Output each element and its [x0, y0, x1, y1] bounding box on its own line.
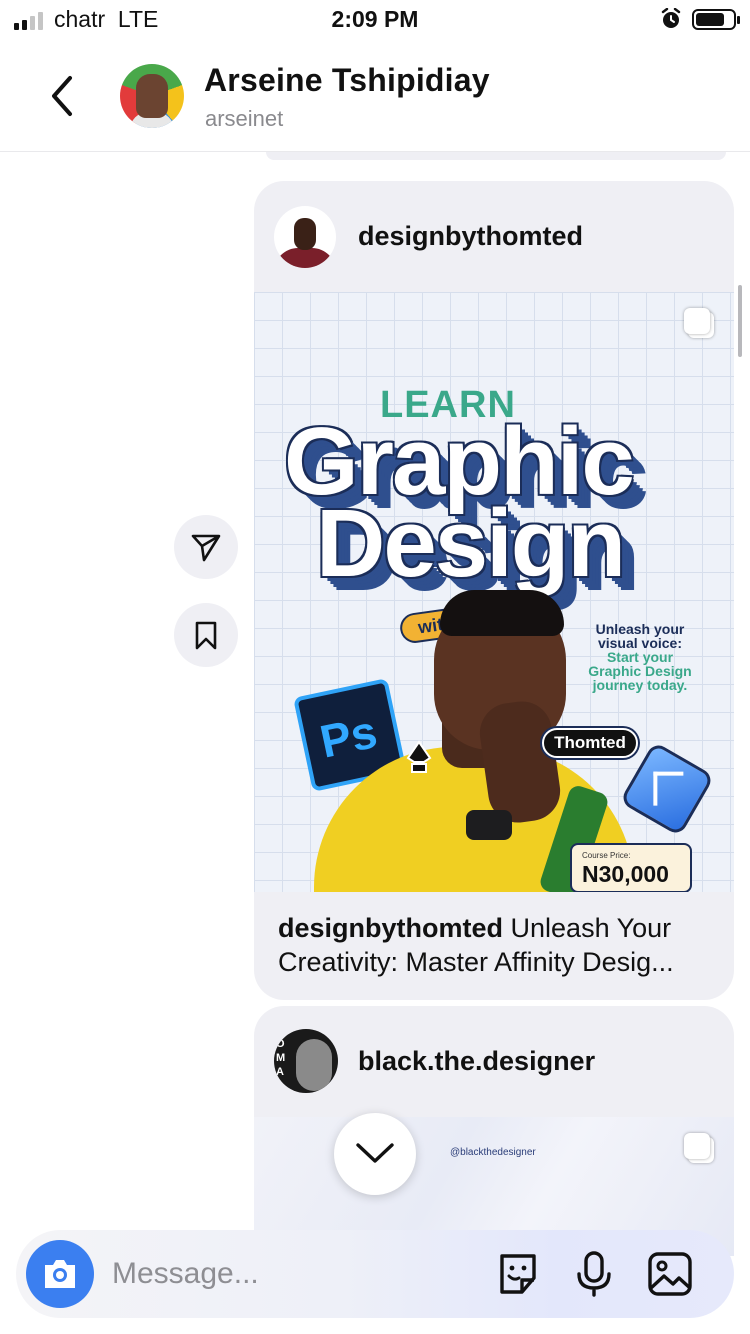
post2-author-avatar[interactable]: O M A: [274, 1029, 338, 1093]
chevron-down-icon: [356, 1143, 394, 1163]
post2-author-username[interactable]: black.the.designer: [358, 1046, 595, 1077]
alarm-icon: [661, 8, 681, 28]
camera-icon: [45, 1260, 75, 1288]
gallery-icon[interactable]: [646, 1250, 694, 1298]
shared-post-card-2[interactable]: O M A black.the.designer @blackthedesign…: [254, 1006, 734, 1256]
sticker-icon[interactable]: [494, 1250, 542, 1298]
previous-message-bubble: [266, 152, 726, 160]
contact-avatar[interactable]: [120, 64, 184, 128]
pen-tool-icon: [406, 740, 432, 773]
message-input[interactable]: [112, 1254, 472, 1294]
contact-name[interactable]: Arseine Tshipidiay: [204, 62, 490, 99]
poster-name-badge: Thomted: [542, 728, 638, 758]
status-time: 2:09 PM: [331, 6, 419, 32]
watch-icon: [466, 810, 512, 840]
post-caption[interactable]: designbythomted Unleash Your Creativity:…: [278, 911, 714, 979]
post2-image-handle: @blackthedesigner: [450, 1147, 536, 1158]
message-composer: [16, 1230, 734, 1318]
scroll-indicator[interactable]: [738, 285, 742, 357]
post-author-username[interactable]: designbythomted: [358, 221, 583, 252]
post-image[interactable]: LEARN Graphic Design with Unleash your v…: [254, 292, 734, 892]
scroll-to-bottom-button[interactable]: [334, 1113, 416, 1195]
save-post-button[interactable]: [174, 603, 238, 667]
post-author-avatar[interactable]: [274, 206, 336, 268]
back-chevron-icon[interactable]: [44, 74, 84, 118]
multiple-posts-icon-2: [684, 1133, 714, 1163]
poster-title-line2: Design: [316, 490, 626, 597]
bookmark-icon: [195, 621, 217, 650]
chat-header: Arseine Tshipidiay arseinet: [0, 40, 750, 152]
send-icon: [191, 534, 221, 562]
camera-button[interactable]: [26, 1240, 94, 1308]
shared-post-card[interactable]: designbythomted LEARN Graphic Design wit…: [254, 181, 734, 1000]
battery-icon: [692, 9, 740, 30]
poster-tagline: Unleash your visual voice: Start your Gr…: [588, 621, 692, 693]
share-post-button[interactable]: [174, 515, 238, 579]
status-bar: chatr LTE 2:09 PM: [0, 0, 750, 40]
poster-price-box: Course Price: N30,000: [570, 843, 692, 892]
microphone-icon[interactable]: [570, 1250, 618, 1298]
multiple-posts-icon: [684, 308, 714, 338]
contact-username[interactable]: arseinet: [205, 106, 283, 132]
